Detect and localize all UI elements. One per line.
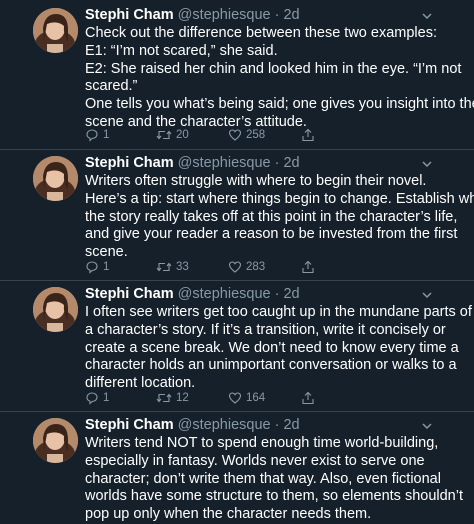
tweet-text-line: scared.” — [85, 78, 138, 95]
like-count: 283 — [246, 261, 266, 273]
retweet-count: 33 — [176, 261, 189, 273]
tweet-actions: 1 20 258 — [85, 127, 415, 143]
divider — [0, 280, 474, 281]
separator-dot: · — [274, 155, 280, 171]
retweet-icon — [156, 393, 172, 403]
tweet[interactable]: Stephi Cham @stephiesque · 2d Check out … — [0, 5, 474, 145]
divider — [0, 411, 474, 412]
author-name[interactable]: Stephi Cham — [85, 155, 174, 171]
reply-icon — [86, 261, 98, 274]
heart-icon — [228, 392, 242, 404]
tweet-text-line: especially in fantasy. Worlds never exis… — [85, 452, 425, 469]
avatar[interactable] — [33, 418, 78, 463]
author-handle[interactable]: @stephiesque — [178, 155, 271, 171]
tweet-text-line: pop up only when the character needs the… — [85, 506, 372, 523]
tweet-header: Stephi Cham @stephiesque · 2d — [85, 415, 440, 435]
tweet-actions: 1 33 283 — [85, 259, 415, 275]
separator-dot: · — [274, 7, 280, 23]
chevron-down-icon[interactable] — [420, 9, 434, 23]
separator-dot: · — [274, 286, 280, 302]
tweet-text-line: Check out the difference between these t… — [85, 25, 437, 41]
share-button[interactable] — [301, 390, 315, 406]
retweet-button[interactable]: 12 — [156, 390, 189, 406]
like-button[interactable]: 164 — [228, 390, 265, 406]
reply-icon — [86, 392, 98, 405]
like-button[interactable]: 258 — [228, 127, 265, 143]
author-name[interactable]: Stephi Cham — [85, 286, 174, 302]
tweet-text-line: I often see writers get too caught up in… — [85, 304, 472, 320]
tweet-content: Stephi Cham @stephiesque · 2d I often se… — [85, 284, 472, 393]
retweet-count: 12 — [176, 392, 189, 404]
tweet-text-line: E1: “I’m not scared,” she said. — [85, 42, 278, 59]
avatar[interactable] — [33, 8, 78, 53]
timestamp[interactable]: 2d — [283, 417, 299, 433]
avatar[interactable] — [33, 287, 78, 332]
tweet-text-line: a character’s story. If it’s a transitio… — [85, 321, 446, 338]
retweet-icon — [156, 262, 172, 272]
timestamp[interactable]: 2d — [283, 286, 299, 302]
timestamp[interactable]: 2d — [283, 7, 299, 23]
timeline: Stephi Cham @stephiesque · 2d Check out … — [0, 0, 474, 523]
reply-icon — [86, 129, 98, 142]
tweet-header: Stephi Cham @stephiesque · 2d — [85, 153, 440, 173]
tweet-header: Stephi Cham @stephiesque · 2d — [85, 284, 440, 304]
tweet[interactable]: Stephi Cham @stephiesque · 2d Writers te… — [0, 415, 474, 523]
share-button[interactable] — [301, 259, 315, 275]
tweet-actions: 1 12 164 — [85, 390, 415, 406]
tweet[interactable]: Stephi Cham @stephiesque · 2d I often se… — [0, 284, 474, 406]
tweet-text-line: and give your reader a reason to be inve… — [85, 226, 458, 243]
timestamp[interactable]: 2d — [283, 155, 299, 171]
like-count: 164 — [246, 392, 266, 404]
author-handle[interactable]: @stephiesque — [178, 7, 271, 23]
share-icon — [302, 128, 314, 142]
share-button[interactable] — [301, 127, 315, 143]
tweet-text-line: E2: She raised her chin and looked him i… — [85, 60, 462, 77]
author-handle[interactable]: @stephiesque — [178, 417, 271, 433]
tweet-content: Stephi Cham @stephiesque · 2d Check out … — [85, 5, 474, 132]
reply-count: 1 — [103, 129, 110, 141]
like-count: 258 — [246, 129, 266, 141]
tweet-text-line: character; don’t write them that way. Al… — [85, 470, 441, 487]
tweet-text-line: One tells you what’s being said; one giv… — [85, 96, 474, 113]
author-name[interactable]: Stephi Cham — [85, 417, 174, 433]
retweet-button[interactable]: 33 — [156, 259, 189, 275]
tweet-content: Stephi Cham @stephiesque · 2d Writers te… — [85, 415, 463, 524]
heart-icon — [228, 129, 242, 141]
tweet-text-line: Here’s a tip: start where things begin t… — [85, 190, 474, 207]
tweet-text-line: character holds an unimportant conversat… — [85, 357, 457, 374]
reply-count: 1 — [103, 261, 110, 273]
share-icon — [302, 391, 314, 405]
tweet-text-line: worlds have some structure to them, so e… — [85, 488, 463, 505]
chevron-down-icon[interactable] — [420, 288, 434, 302]
tweet[interactable]: Stephi Cham @stephiesque · 2d Writers of… — [0, 153, 474, 275]
like-button[interactable]: 283 — [228, 259, 265, 275]
tweet-text-line: Writers tend NOT to spend enough time wo… — [85, 435, 439, 451]
divider — [0, 149, 474, 150]
retweet-count: 20 — [176, 129, 189, 141]
separator-dot: · — [274, 417, 280, 433]
reply-button[interactable]: 1 — [85, 127, 109, 143]
author-handle[interactable]: @stephiesque — [178, 286, 271, 302]
avatar[interactable] — [33, 156, 78, 201]
retweet-icon — [156, 130, 172, 140]
reply-count: 1 — [103, 392, 110, 404]
retweet-button[interactable]: 20 — [156, 127, 189, 143]
chevron-down-icon[interactable] — [420, 419, 434, 433]
tweet-content: Stephi Cham @stephiesque · 2d Writers of… — [85, 153, 474, 262]
reply-button[interactable]: 1 — [85, 390, 109, 406]
tweet-header: Stephi Cham @stephiesque · 2d — [85, 5, 440, 25]
share-icon — [302, 260, 314, 274]
tweet-text-line: Writers often struggle with where to beg… — [85, 173, 427, 189]
tweet-text-line: the story really takes off at this point… — [85, 208, 458, 225]
heart-icon — [228, 261, 242, 273]
reply-button[interactable]: 1 — [85, 259, 109, 275]
author-name[interactable]: Stephi Cham — [85, 7, 174, 23]
tweet-text-line: create a scene break. We don’t need to k… — [85, 339, 459, 356]
chevron-down-icon[interactable] — [420, 157, 434, 171]
